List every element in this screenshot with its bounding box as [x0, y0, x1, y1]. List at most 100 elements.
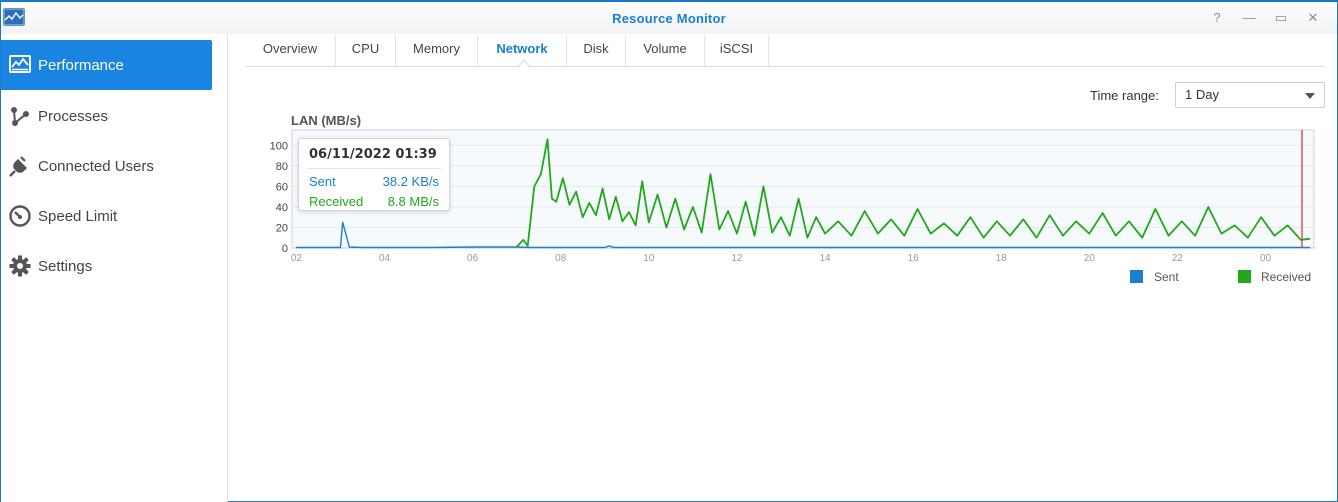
data-point — [568, 204, 571, 206]
data-point — [641, 180, 643, 182]
x-tick-label: 02 — [291, 253, 303, 264]
series-line-received — [516, 138, 1310, 248]
sidebar-item-performance[interactable]: Performance — [1, 40, 212, 90]
data-point — [674, 198, 676, 200]
maximize-button[interactable]: ▭ — [1271, 9, 1291, 27]
data-point — [996, 220, 998, 222]
sidebar-item-settings[interactable]: Settings — [1, 241, 212, 291]
data-point — [1207, 206, 1209, 208]
tab-iscsi[interactable]: iSCSI — [705, 35, 769, 66]
data-point — [916, 208, 919, 210]
chart-tooltip: 06/11/2022 01:39 Sent 38.2 KB/s Received… — [298, 138, 450, 211]
speedometer-icon — [8, 204, 32, 228]
y-tick-label: 60 — [276, 181, 288, 193]
data-point — [582, 216, 584, 218]
legend-label-sent: Sent — [1154, 270, 1179, 284]
data-point — [806, 237, 809, 239]
data-point — [295, 246, 298, 249]
x-tick-label: 12 — [731, 253, 743, 264]
data-point — [1247, 237, 1249, 239]
data-point — [608, 218, 610, 220]
data-point — [837, 220, 839, 222]
data-point — [348, 246, 350, 248]
data-point — [1220, 233, 1223, 235]
data-point — [1088, 233, 1090, 235]
data-point — [745, 201, 747, 203]
title-bar[interactable]: Resource Monitor ? — ▭ ✕ — [1, 2, 1337, 34]
data-point — [551, 198, 553, 200]
sidebar-item-label: Settings — [38, 257, 93, 275]
close-button[interactable]: ✕ — [1303, 9, 1323, 27]
data-point — [1154, 208, 1157, 210]
active-tab-indicator — [518, 59, 530, 67]
data-point — [815, 216, 817, 218]
data-point — [540, 173, 542, 175]
tab-cpu[interactable]: CPU — [336, 35, 396, 66]
data-point — [692, 206, 694, 208]
window-title: Resource Monitor — [612, 11, 726, 26]
tooltip-received-value: 8.8 MB/s — [387, 194, 439, 209]
help-button[interactable]: ? — [1207, 9, 1227, 27]
data-point — [635, 224, 637, 227]
data-point — [903, 235, 905, 237]
legend-label-received: Received — [1261, 270, 1312, 284]
data-point — [736, 233, 738, 235]
data-point — [595, 214, 597, 216]
sidebar: Performance Processes Connected Users Sp… — [1, 34, 228, 502]
data-point — [1128, 220, 1130, 222]
x-tick-label: 18 — [996, 253, 1008, 264]
data-point — [472, 246, 474, 248]
data-point — [604, 246, 606, 249]
data-point — [1194, 235, 1196, 237]
time-range-select[interactable]: 1 Day — [1175, 82, 1325, 108]
data-point — [546, 138, 549, 140]
tooltip-sent-label: Sent — [309, 174, 336, 189]
data-point — [522, 239, 524, 241]
tooltip-divider — [307, 168, 441, 169]
tooltip-row-received: Received 8.8 MB/s — [309, 194, 439, 209]
tooltip-received-label: Received — [309, 194, 364, 209]
sidebar-item-label: Processes — [38, 107, 109, 125]
x-tick-label: 22 — [1172, 253, 1184, 264]
data-point — [718, 228, 720, 231]
gear-icon — [8, 254, 32, 278]
data-point — [850, 235, 853, 237]
x-tick-label: 06 — [467, 253, 479, 264]
sidebar-item-connected-users[interactable]: Connected Users — [1, 141, 212, 191]
data-point — [1181, 220, 1183, 222]
data-point — [533, 185, 535, 188]
x-tick-label: 04 — [379, 253, 391, 264]
data-point — [1075, 220, 1077, 222]
minimize-button[interactable]: — — [1239, 9, 1259, 27]
data-point — [943, 222, 945, 224]
y-tick-label: 40 — [276, 202, 288, 214]
tab-memory[interactable]: Memory — [396, 35, 478, 66]
data-point — [555, 201, 557, 203]
data-point — [628, 211, 630, 213]
sidebar-item-label: Connected Users — [38, 157, 154, 175]
sidebar-item-processes[interactable]: Processes — [1, 91, 212, 141]
y-tick-label: 100 — [270, 140, 288, 152]
data-point — [762, 185, 764, 188]
data-point — [709, 173, 712, 175]
data-point — [1101, 212, 1104, 214]
data-point — [612, 246, 615, 249]
sidebar-item-speed-limit[interactable]: Speed Limit — [1, 191, 212, 241]
tooltip-row-sent: Sent 38.2 KB/s — [309, 174, 439, 189]
data-point — [516, 246, 518, 248]
data-point — [780, 216, 782, 218]
tab-overview[interactable]: Overview — [245, 35, 336, 66]
data-point — [1286, 224, 1289, 227]
data-point — [665, 226, 668, 229]
tooltip-date: 06/11/2022 01:39 — [309, 147, 437, 162]
tab-bar: Overview CPU Memory Network Disk Volume … — [245, 35, 1325, 67]
data-point — [1308, 246, 1311, 249]
x-tick-label: 08 — [555, 253, 567, 264]
data-point — [789, 235, 791, 237]
data-point — [516, 246, 518, 248]
tab-volume[interactable]: Volume — [626, 35, 705, 66]
x-tick-label: 14 — [819, 253, 831, 264]
data-point — [575, 190, 577, 193]
data-point — [621, 220, 623, 222]
tab-disk[interactable]: Disk — [567, 35, 626, 66]
